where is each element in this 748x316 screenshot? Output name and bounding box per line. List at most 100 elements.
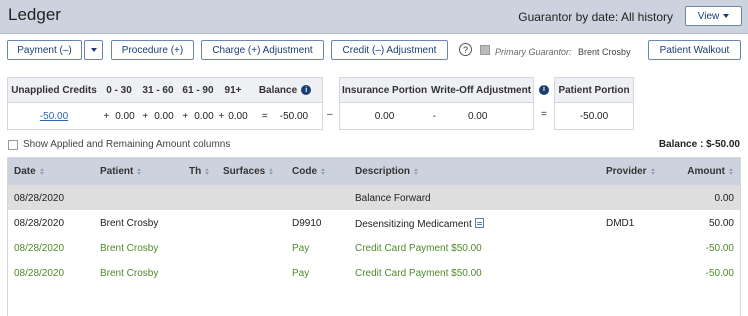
row-date: 08/28/2020	[14, 193, 65, 204]
document-icon[interactable]	[474, 218, 484, 228]
row-patient: Brent Crosby	[100, 243, 159, 254]
column-header-tooth-label: Th	[189, 166, 202, 177]
row-patient: Brent Crosby	[100, 218, 159, 229]
chevron-down-icon	[90, 48, 97, 52]
help-icon[interactable]: ?	[459, 43, 472, 56]
column-header-surfaces[interactable]: Surfaces	[223, 166, 274, 177]
row-description-cell: Desensitizing Medicament	[355, 218, 484, 230]
row-date: 08/28/2020	[14, 268, 65, 279]
aging-summary: Unapplied Credits 0 - 30 31 - 60 61 - 90…	[7, 77, 323, 130]
unapplied-credits-link[interactable]: -50.00	[40, 111, 68, 122]
ledger-table-header: Date Patient Th Surfaces Code Descriptio…	[8, 158, 740, 185]
column-header-code-label: Code	[292, 166, 317, 177]
row-code: Pay	[292, 268, 310, 279]
column-header-code[interactable]: Code	[292, 166, 326, 177]
sort-icon	[269, 168, 274, 175]
unapplied-credits-header: Unapplied Credits	[11, 84, 97, 96]
row-amount: -50.00	[705, 268, 734, 279]
row-amount: 0.00	[714, 193, 734, 204]
table-row[interactable]: 08/28/2020 Balance Forward 0.00	[8, 185, 740, 210]
payment-button[interactable]: Payment (–)	[7, 40, 82, 60]
row-code: D9910	[292, 218, 322, 229]
chevron-down-icon	[723, 14, 730, 18]
info-icon-wrap: i	[539, 83, 549, 95]
info-icon[interactable]: i	[301, 85, 312, 95]
credit-adjustment-button[interactable]: Credit (–) Adjustment	[331, 40, 448, 60]
column-header-amount-label: Amount	[687, 166, 725, 177]
aging-0-30-header: 0 - 30	[106, 84, 132, 96]
table-row[interactable]: 08/28/2020 Brent Crosby D9910 Desensitiz…	[8, 210, 740, 235]
row-amount: 50.00	[708, 218, 734, 229]
column-header-date[interactable]: Date	[14, 166, 45, 177]
row-provider: DMD1	[606, 218, 635, 229]
aging-0-30-value: 0.00	[115, 110, 135, 122]
show-applied-label: Show Applied and Remaining Amount column…	[23, 139, 231, 150]
table-row[interactable]: 08/28/2020 Brent Crosby Pay Credit Card …	[8, 260, 740, 285]
plus-sign: +	[218, 110, 225, 122]
procedure-button[interactable]: Procedure (+)	[111, 40, 194, 60]
column-header-amount[interactable]: Amount	[687, 166, 734, 177]
row-description: Credit Card Payment $50.00	[355, 243, 482, 254]
plus-sign: +	[142, 110, 149, 122]
guarantor-filter-label: Guarantor by date: All history	[518, 10, 673, 24]
aging-summary-header: Unapplied Credits 0 - 30 31 - 60 61 - 90…	[8, 78, 322, 103]
aging-61-90-header: 61 - 90	[182, 84, 214, 96]
patient-portion-header-row: Patient Portion	[555, 78, 633, 103]
show-applied-checkbox[interactable]	[8, 139, 18, 150]
insurance-portion-value: 0.00	[374, 110, 395, 122]
note-icon	[480, 45, 490, 55]
view-dropdown-button[interactable]: View	[685, 6, 742, 26]
row-description: Balance Forward	[355, 193, 431, 204]
aging-61-90-value: 0.00	[194, 110, 214, 122]
row-date: 08/28/2020	[14, 218, 65, 229]
sort-icon	[729, 168, 734, 175]
row-date: 08/28/2020	[14, 243, 65, 254]
column-header-patient[interactable]: Patient	[100, 166, 142, 177]
table-row[interactable]: 08/28/2020 Brent Crosby Pay Credit Card …	[8, 235, 740, 260]
row-description: Credit Card Payment $50.00	[355, 268, 482, 279]
column-header-provider-label: Provider	[606, 166, 647, 177]
primary-guarantor-label: Primary Guarantor:	[495, 47, 572, 57]
patient-portion-value: -50.00	[579, 110, 609, 122]
show-applied-toggle[interactable]: Show Applied and Remaining Amount column…	[8, 139, 230, 150]
sort-icon	[205, 168, 210, 175]
column-header-date-label: Date	[14, 166, 36, 177]
patient-walkout-button[interactable]: Patient Walkout	[648, 40, 741, 60]
column-header-description-label: Description	[355, 166, 411, 177]
column-header-patient-label: Patient	[100, 166, 134, 177]
balance-header-label: Balance	[258, 84, 298, 96]
sort-icon	[414, 168, 419, 175]
plus-sign: +	[182, 110, 189, 122]
column-header-tooth[interactable]: Th	[189, 166, 210, 177]
ledger-header: Ledger Guarantor by date: All history Vi…	[0, 0, 748, 34]
aging-31-60-header: 31 - 60	[142, 84, 174, 96]
writeoff-adjustment-header: Write-Off Adjustment	[431, 84, 532, 96]
column-header-surfaces-label: Surfaces	[223, 166, 266, 177]
primary-guarantor: Primary Guarantor: Brent Crosby	[495, 47, 631, 57]
insurance-summary-header: Insurance Portion Write-Off Adjustment	[340, 78, 533, 103]
patient-portion-values: -50.00	[555, 103, 633, 129]
sort-icon	[321, 168, 326, 175]
balance-header: Balance i	[248, 78, 322, 102]
dash-sign: -	[432, 110, 436, 122]
column-header-description[interactable]: Description	[355, 166, 419, 177]
insurance-portion-header: Insurance Portion	[342, 84, 428, 96]
minus-sign: –	[327, 109, 333, 120]
insurance-summary-values: 0.00 - 0.00	[340, 103, 533, 129]
info-icon[interactable]: i	[539, 84, 549, 95]
sort-icon	[137, 168, 142, 175]
row-amount: -50.00	[705, 243, 734, 254]
sort-icon	[39, 168, 45, 175]
plus-sign: +	[103, 110, 110, 122]
balance-value: -50.00	[279, 110, 309, 122]
equals-sign: =	[261, 110, 268, 122]
balance-total: Balance : $-50.00	[658, 139, 740, 150]
charge-adjustment-button[interactable]: Charge (+) Adjustment	[201, 40, 324, 60]
action-toolbar: Payment (–) Procedure (+) Charge (+) Adj…	[0, 40, 748, 62]
equals-sign: =	[541, 109, 547, 120]
column-header-provider[interactable]: Provider	[606, 166, 656, 177]
payment-dropdown-button[interactable]	[84, 40, 103, 60]
aging-91-header: 91+	[224, 84, 242, 96]
row-code: Pay	[292, 243, 310, 254]
primary-guarantor-name: Brent Crosby	[578, 47, 631, 57]
